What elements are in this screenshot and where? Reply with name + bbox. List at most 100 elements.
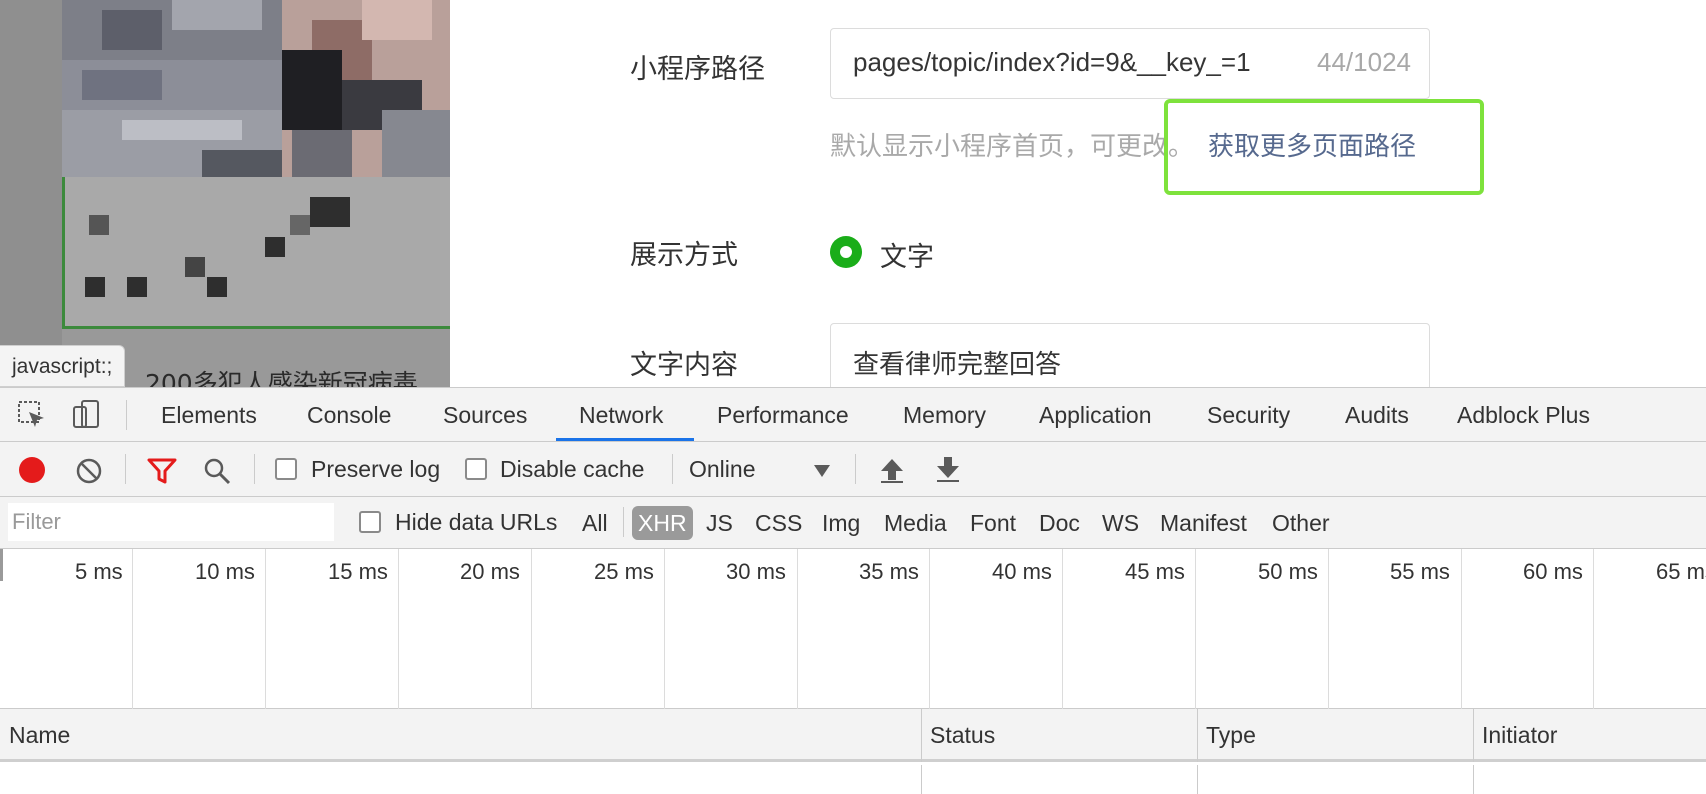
filter-type-manifest[interactable]: Manifest xyxy=(1160,506,1247,540)
network-overview-timeline[interactable]: 5 ms 10 ms 15 ms 20 ms 25 ms 30 ms 35 ms… xyxy=(0,549,1706,709)
preview-card xyxy=(62,177,450,329)
timeline-gridline xyxy=(132,549,133,709)
tab-performance[interactable]: Performance xyxy=(717,388,849,442)
timeline-gridline xyxy=(1328,549,1329,709)
column-name[interactable]: Name xyxy=(9,709,70,762)
display-mode-label: 展示方式 xyxy=(630,240,738,271)
timeline-tick-label: 15 ms xyxy=(328,559,388,584)
timeline-tick-label: 10 ms xyxy=(195,559,255,584)
filter-icon[interactable] xyxy=(147,457,177,485)
column-divider xyxy=(1473,765,1474,794)
toolbar-separator xyxy=(855,454,856,484)
timeline-gridline xyxy=(1062,549,1063,709)
timeline-gridline xyxy=(1195,549,1196,709)
timeline-tick-label: 40 ms xyxy=(992,559,1052,584)
display-text-radio-label[interactable]: 文字 xyxy=(880,235,934,274)
filter-input[interactable] xyxy=(8,503,334,541)
column-type[interactable]: Type xyxy=(1206,709,1256,762)
devtools-panel: Elements Console Sources Network Perform… xyxy=(0,387,1706,794)
column-divider xyxy=(1473,709,1474,762)
requests-table-header: Name Status Type Initiator xyxy=(0,709,1706,762)
filter-type-font[interactable]: Font xyxy=(970,506,1016,540)
import-har-icon[interactable] xyxy=(879,456,905,484)
filter-type-other[interactable]: Other xyxy=(1272,506,1330,540)
column-divider xyxy=(1197,765,1198,794)
tab-separator xyxy=(126,400,127,430)
hide-data-urls-checkbox[interactable] xyxy=(359,511,381,533)
network-filter-bar: Hide data URLs All XHR JS CSS Img Media … xyxy=(0,497,1706,549)
timeline-gridline xyxy=(797,549,798,709)
active-tab-indicator xyxy=(556,438,694,441)
column-divider xyxy=(1197,709,1198,762)
column-initiator[interactable]: Initiator xyxy=(1482,709,1557,762)
timeline-tick-label: 55 ms xyxy=(1390,559,1450,584)
hide-data-urls-label[interactable]: Hide data URLs xyxy=(395,509,557,536)
timeline-tick-label: 50 ms xyxy=(1258,559,1318,584)
timeline-tick-label: 30 ms xyxy=(726,559,786,584)
timeline-tick-label: 5 ms xyxy=(75,559,123,584)
filter-type-all[interactable]: All xyxy=(582,506,608,540)
timeline-gridline xyxy=(1461,549,1462,709)
path-input-value: pages/topic/index?id=9&__key_=1 xyxy=(853,47,1251,77)
requests-table-body xyxy=(0,765,1706,794)
chevron-down-icon[interactable] xyxy=(813,464,831,478)
timeline-gridline xyxy=(265,549,266,709)
network-toolbar: Preserve log Disable cache Online xyxy=(0,442,1706,497)
status-bar-url: javascript:; xyxy=(0,345,126,387)
toolbar-separator xyxy=(254,454,255,484)
highlight-annotation xyxy=(1164,99,1484,195)
filter-type-img[interactable]: Img xyxy=(822,506,860,540)
filter-type-xhr[interactable]: XHR xyxy=(632,506,693,540)
screen: 200多犯人感染新冠病毒 javascript:; 小程序路径 pages/to… xyxy=(0,0,1706,794)
tab-sources[interactable]: Sources xyxy=(443,388,527,442)
search-icon[interactable] xyxy=(203,457,231,485)
tab-audits[interactable]: Audits xyxy=(1345,388,1409,442)
export-har-icon[interactable] xyxy=(935,456,961,484)
preview-panel: 200多犯人感染新冠病毒 xyxy=(0,0,450,387)
tab-security[interactable]: Security xyxy=(1207,388,1290,442)
path-char-counter: 44/1024 xyxy=(1317,47,1411,77)
filter-type-doc[interactable]: Doc xyxy=(1039,506,1080,540)
filter-type-css[interactable]: CSS xyxy=(755,506,802,540)
disable-cache-label[interactable]: Disable cache xyxy=(500,456,644,483)
clear-icon[interactable] xyxy=(75,457,103,485)
path-input[interactable]: pages/topic/index?id=9&__key_=1 44/1024 xyxy=(830,28,1430,99)
page-area: 200多犯人感染新冠病毒 javascript:; 小程序路径 pages/to… xyxy=(0,0,1706,387)
timeline-gridline xyxy=(531,549,532,709)
toolbar-separator xyxy=(672,454,673,484)
filter-type-js[interactable]: JS xyxy=(706,506,733,540)
preview-side-strip xyxy=(0,0,62,387)
tab-console[interactable]: Console xyxy=(307,388,391,442)
path-hint-text: 默认显示小程序首页，可更改。 xyxy=(830,132,1195,162)
preserve-log-checkbox[interactable] xyxy=(275,458,297,480)
timeline-start-marker xyxy=(0,549,3,581)
pixelated-image xyxy=(62,0,450,177)
timeline-tick-label: 25 ms xyxy=(594,559,654,584)
tab-network[interactable]: Network xyxy=(579,388,663,442)
device-toolbar-icon[interactable] xyxy=(70,399,102,431)
filter-separator xyxy=(623,507,624,537)
preview-article-title: 200多犯人感染新冠病毒 xyxy=(145,369,418,387)
tab-memory[interactable]: Memory xyxy=(903,388,986,442)
filter-type-media[interactable]: Media xyxy=(884,506,947,540)
disable-cache-checkbox[interactable] xyxy=(465,458,487,480)
text-content-label: 文字内容 xyxy=(630,350,738,381)
timeline-tick-label: 20 ms xyxy=(460,559,520,584)
throttling-select[interactable]: Online xyxy=(689,456,755,483)
tab-application[interactable]: Application xyxy=(1039,388,1152,442)
preserve-log-label[interactable]: Preserve log xyxy=(311,456,440,483)
path-label: 小程序路径 xyxy=(630,54,765,85)
filter-type-ws[interactable]: WS xyxy=(1102,506,1139,540)
inspect-element-icon[interactable] xyxy=(16,399,48,431)
toolbar-separator xyxy=(125,454,126,484)
tab-elements[interactable]: Elements xyxy=(161,388,257,442)
display-text-radio[interactable] xyxy=(830,236,862,268)
column-status[interactable]: Status xyxy=(930,709,995,762)
timeline-tick-label: 35 ms xyxy=(859,559,919,584)
text-content-input[interactable]: 查看律师完整回答 xyxy=(830,323,1430,387)
timeline-tick-label: 45 ms xyxy=(1125,559,1185,584)
column-divider xyxy=(921,765,922,794)
tab-adblock-plus[interactable]: Adblock Plus xyxy=(1457,388,1590,442)
record-icon[interactable] xyxy=(19,457,45,483)
column-divider xyxy=(921,709,922,762)
